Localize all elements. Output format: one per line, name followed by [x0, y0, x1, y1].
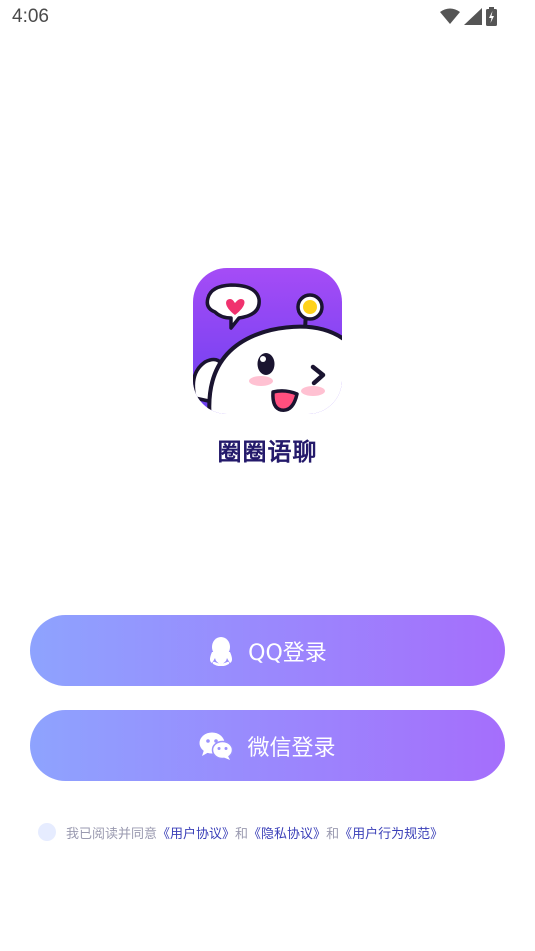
wechat-login-label: 微信登录	[247, 735, 336, 761]
mascot-logo-icon	[193, 268, 342, 414]
cell-signal-icon	[464, 8, 482, 29]
status-bar: 4:06	[0, 0, 535, 36]
app-title: 圈圈语聊	[217, 438, 318, 466]
agreement-and-1: 和	[235, 826, 249, 842]
agreement-row: 我已阅读并同意 《用户协议》 和 《隐私协议》 和 《用户行为规范》	[38, 821, 443, 843]
qq-login-button[interactable]: QQ登录	[30, 615, 505, 686]
qq-login-label: QQ登录	[248, 640, 327, 666]
battery-charging-icon	[486, 7, 497, 30]
wechat-icon	[199, 732, 234, 760]
wechat-login-button[interactable]: 微信登录	[30, 710, 505, 781]
wifi-icon	[440, 8, 460, 29]
app-logo	[193, 268, 342, 414]
agreement-and-2: 和	[326, 826, 340, 842]
agreement-checkbox[interactable]	[38, 823, 56, 841]
user-agreement-link[interactable]: 《用户协议》	[157, 823, 235, 842]
qq-penguin-icon	[208, 636, 234, 666]
conduct-rules-link[interactable]: 《用户行为规范》	[339, 823, 443, 842]
status-icons	[440, 7, 497, 30]
privacy-agreement-link[interactable]: 《隐私协议》	[248, 823, 326, 842]
agreement-prefix: 我已阅读并同意	[66, 826, 158, 842]
status-time: 4:06	[12, 6, 49, 27]
